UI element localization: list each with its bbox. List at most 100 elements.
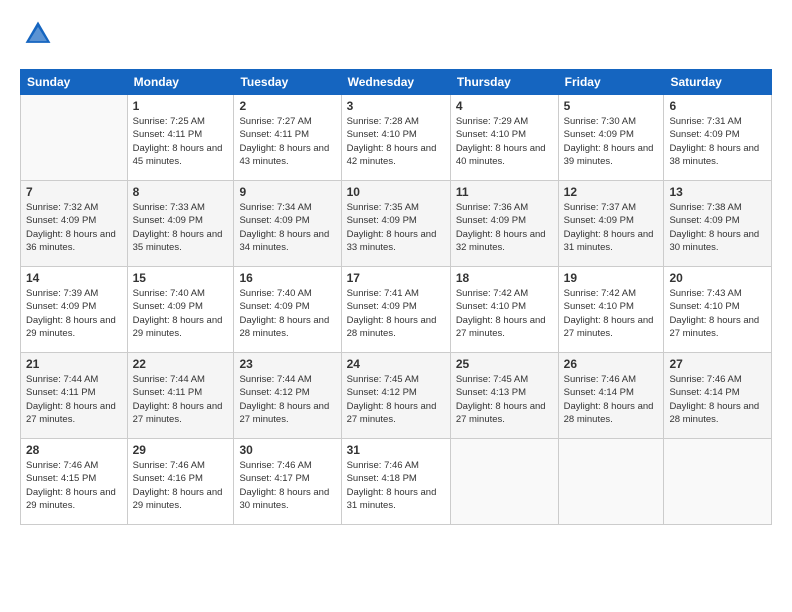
calendar-cell: 15 Sunrise: 7:40 AMSunset: 4:09 PMDaylig… bbox=[127, 267, 234, 353]
day-info: Sunrise: 7:37 AMSunset: 4:09 PMDaylight:… bbox=[564, 202, 654, 253]
day-info: Sunrise: 7:46 AMSunset: 4:18 PMDaylight:… bbox=[347, 460, 437, 511]
day-number: 7 bbox=[26, 185, 122, 199]
day-info: Sunrise: 7:43 AMSunset: 4:10 PMDaylight:… bbox=[669, 288, 759, 339]
weekday-header: Sunday bbox=[21, 70, 128, 95]
day-number: 10 bbox=[347, 185, 445, 199]
day-info: Sunrise: 7:39 AMSunset: 4:09 PMDaylight:… bbox=[26, 288, 116, 339]
day-info: Sunrise: 7:40 AMSunset: 4:09 PMDaylight:… bbox=[133, 288, 223, 339]
day-number: 18 bbox=[456, 271, 553, 285]
day-info: Sunrise: 7:42 AMSunset: 4:10 PMDaylight:… bbox=[564, 288, 654, 339]
calendar-body: 1 Sunrise: 7:25 AMSunset: 4:11 PMDayligh… bbox=[21, 95, 772, 525]
calendar-cell: 24 Sunrise: 7:45 AMSunset: 4:12 PMDaylig… bbox=[341, 353, 450, 439]
calendar-cell bbox=[664, 439, 772, 525]
day-number: 24 bbox=[347, 357, 445, 371]
weekday-header: Saturday bbox=[664, 70, 772, 95]
weekday-header: Thursday bbox=[450, 70, 558, 95]
day-number: 5 bbox=[564, 99, 659, 113]
calendar-cell: 1 Sunrise: 7:25 AMSunset: 4:11 PMDayligh… bbox=[127, 95, 234, 181]
calendar-week-row: 28 Sunrise: 7:46 AMSunset: 4:15 PMDaylig… bbox=[21, 439, 772, 525]
logo-icon bbox=[22, 18, 54, 50]
calendar-cell: 25 Sunrise: 7:45 AMSunset: 4:13 PMDaylig… bbox=[450, 353, 558, 439]
day-info: Sunrise: 7:38 AMSunset: 4:09 PMDaylight:… bbox=[669, 202, 759, 253]
weekday-header: Friday bbox=[558, 70, 664, 95]
day-info: Sunrise: 7:33 AMSunset: 4:09 PMDaylight:… bbox=[133, 202, 223, 253]
day-number: 20 bbox=[669, 271, 766, 285]
day-number: 14 bbox=[26, 271, 122, 285]
calendar-cell: 27 Sunrise: 7:46 AMSunset: 4:14 PMDaylig… bbox=[664, 353, 772, 439]
day-number: 3 bbox=[347, 99, 445, 113]
day-number: 23 bbox=[239, 357, 335, 371]
calendar-cell: 9 Sunrise: 7:34 AMSunset: 4:09 PMDayligh… bbox=[234, 181, 341, 267]
day-info: Sunrise: 7:42 AMSunset: 4:10 PMDaylight:… bbox=[456, 288, 546, 339]
day-info: Sunrise: 7:32 AMSunset: 4:09 PMDaylight:… bbox=[26, 202, 116, 253]
calendar-cell: 29 Sunrise: 7:46 AMSunset: 4:16 PMDaylig… bbox=[127, 439, 234, 525]
calendar-cell: 4 Sunrise: 7:29 AMSunset: 4:10 PMDayligh… bbox=[450, 95, 558, 181]
calendar-cell: 16 Sunrise: 7:40 AMSunset: 4:09 PMDaylig… bbox=[234, 267, 341, 353]
calendar-cell: 12 Sunrise: 7:37 AMSunset: 4:09 PMDaylig… bbox=[558, 181, 664, 267]
day-info: Sunrise: 7:46 AMSunset: 4:14 PMDaylight:… bbox=[564, 374, 654, 425]
calendar-cell: 8 Sunrise: 7:33 AMSunset: 4:09 PMDayligh… bbox=[127, 181, 234, 267]
day-number: 1 bbox=[133, 99, 229, 113]
day-info: Sunrise: 7:40 AMSunset: 4:09 PMDaylight:… bbox=[239, 288, 329, 339]
weekday-header: Monday bbox=[127, 70, 234, 95]
calendar-cell: 22 Sunrise: 7:44 AMSunset: 4:11 PMDaylig… bbox=[127, 353, 234, 439]
calendar-week-row: 14 Sunrise: 7:39 AMSunset: 4:09 PMDaylig… bbox=[21, 267, 772, 353]
day-number: 30 bbox=[239, 443, 335, 457]
calendar-cell: 14 Sunrise: 7:39 AMSunset: 4:09 PMDaylig… bbox=[21, 267, 128, 353]
day-number: 16 bbox=[239, 271, 335, 285]
day-number: 15 bbox=[133, 271, 229, 285]
day-number: 19 bbox=[564, 271, 659, 285]
calendar-cell: 30 Sunrise: 7:46 AMSunset: 4:17 PMDaylig… bbox=[234, 439, 341, 525]
logo bbox=[20, 18, 58, 55]
day-number: 25 bbox=[456, 357, 553, 371]
calendar-cell: 23 Sunrise: 7:44 AMSunset: 4:12 PMDaylig… bbox=[234, 353, 341, 439]
calendar-week-row: 7 Sunrise: 7:32 AMSunset: 4:09 PMDayligh… bbox=[21, 181, 772, 267]
day-number: 8 bbox=[133, 185, 229, 199]
calendar-cell bbox=[558, 439, 664, 525]
day-info: Sunrise: 7:46 AMSunset: 4:15 PMDaylight:… bbox=[26, 460, 116, 511]
calendar: SundayMondayTuesdayWednesdayThursdayFrid… bbox=[20, 69, 772, 525]
day-info: Sunrise: 7:29 AMSunset: 4:10 PMDaylight:… bbox=[456, 116, 546, 167]
day-number: 13 bbox=[669, 185, 766, 199]
calendar-cell: 20 Sunrise: 7:43 AMSunset: 4:10 PMDaylig… bbox=[664, 267, 772, 353]
day-info: Sunrise: 7:44 AMSunset: 4:12 PMDaylight:… bbox=[239, 374, 329, 425]
calendar-cell: 21 Sunrise: 7:44 AMSunset: 4:11 PMDaylig… bbox=[21, 353, 128, 439]
day-info: Sunrise: 7:27 AMSunset: 4:11 PMDaylight:… bbox=[239, 116, 329, 167]
day-info: Sunrise: 7:44 AMSunset: 4:11 PMDaylight:… bbox=[26, 374, 116, 425]
day-info: Sunrise: 7:34 AMSunset: 4:09 PMDaylight:… bbox=[239, 202, 329, 253]
calendar-cell bbox=[450, 439, 558, 525]
day-info: Sunrise: 7:41 AMSunset: 4:09 PMDaylight:… bbox=[347, 288, 437, 339]
day-info: Sunrise: 7:45 AMSunset: 4:13 PMDaylight:… bbox=[456, 374, 546, 425]
day-info: Sunrise: 7:28 AMSunset: 4:10 PMDaylight:… bbox=[347, 116, 437, 167]
day-number: 31 bbox=[347, 443, 445, 457]
day-number: 2 bbox=[239, 99, 335, 113]
day-number: 6 bbox=[669, 99, 766, 113]
calendar-cell: 3 Sunrise: 7:28 AMSunset: 4:10 PMDayligh… bbox=[341, 95, 450, 181]
day-number: 9 bbox=[239, 185, 335, 199]
header bbox=[20, 18, 772, 55]
calendar-cell: 31 Sunrise: 7:46 AMSunset: 4:18 PMDaylig… bbox=[341, 439, 450, 525]
day-number: 28 bbox=[26, 443, 122, 457]
calendar-header-row: SundayMondayTuesdayWednesdayThursdayFrid… bbox=[21, 70, 772, 95]
day-info: Sunrise: 7:36 AMSunset: 4:09 PMDaylight:… bbox=[456, 202, 546, 253]
day-info: Sunrise: 7:44 AMSunset: 4:11 PMDaylight:… bbox=[133, 374, 223, 425]
calendar-cell: 11 Sunrise: 7:36 AMSunset: 4:09 PMDaylig… bbox=[450, 181, 558, 267]
calendar-cell: 18 Sunrise: 7:42 AMSunset: 4:10 PMDaylig… bbox=[450, 267, 558, 353]
day-info: Sunrise: 7:45 AMSunset: 4:12 PMDaylight:… bbox=[347, 374, 437, 425]
calendar-cell: 2 Sunrise: 7:27 AMSunset: 4:11 PMDayligh… bbox=[234, 95, 341, 181]
day-info: Sunrise: 7:35 AMSunset: 4:09 PMDaylight:… bbox=[347, 202, 437, 253]
calendar-cell: 7 Sunrise: 7:32 AMSunset: 4:09 PMDayligh… bbox=[21, 181, 128, 267]
calendar-cell: 19 Sunrise: 7:42 AMSunset: 4:10 PMDaylig… bbox=[558, 267, 664, 353]
weekday-header: Tuesday bbox=[234, 70, 341, 95]
day-info: Sunrise: 7:46 AMSunset: 4:17 PMDaylight:… bbox=[239, 460, 329, 511]
calendar-cell: 17 Sunrise: 7:41 AMSunset: 4:09 PMDaylig… bbox=[341, 267, 450, 353]
day-number: 29 bbox=[133, 443, 229, 457]
day-number: 27 bbox=[669, 357, 766, 371]
calendar-week-row: 21 Sunrise: 7:44 AMSunset: 4:11 PMDaylig… bbox=[21, 353, 772, 439]
calendar-cell: 10 Sunrise: 7:35 AMSunset: 4:09 PMDaylig… bbox=[341, 181, 450, 267]
day-info: Sunrise: 7:46 AMSunset: 4:16 PMDaylight:… bbox=[133, 460, 223, 511]
weekday-header: Wednesday bbox=[341, 70, 450, 95]
calendar-cell bbox=[21, 95, 128, 181]
day-number: 12 bbox=[564, 185, 659, 199]
day-number: 22 bbox=[133, 357, 229, 371]
